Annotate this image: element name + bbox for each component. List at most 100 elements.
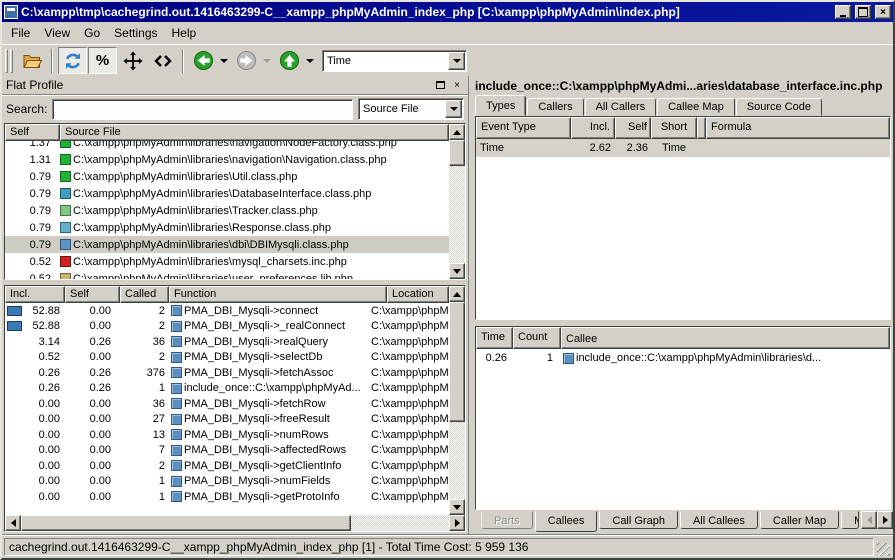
column-header-count[interactable]: Count [513,327,561,349]
chevron-down-icon[interactable] [445,100,462,118]
file-row[interactable]: 0.79C:\xampp\phpMyAdmin\libraries\Util.c… [5,168,449,185]
function-row[interactable]: 0.260.261include_once::C:\xampp\phpMyAd.… [5,381,449,397]
function-icon [171,414,182,425]
menu-go[interactable]: Go [77,24,107,42]
function-row[interactable]: 0.000.0036PMA_DBI_Mysqli->fetchRowC:\xam… [5,396,449,412]
function-row[interactable]: 52.880.002PMA_DBI_Mysqli->_realConnectC:… [5,319,449,335]
close-dock-button[interactable]: × [450,79,464,92]
column-header-event-type[interactable]: Event Type [476,117,571,139]
cost-color-icon [60,273,71,279]
file-row-selected[interactable]: 0.79C:\xampp\phpMyAdmin\libraries\dbi\DB… [5,236,449,253]
scroll-up-icon[interactable] [449,124,465,140]
maximize-button[interactable] [855,5,871,19]
float-dock-button[interactable] [433,79,447,92]
tab-all-callers[interactable]: All Callers [585,98,657,116]
tab-caller-map[interactable]: Caller Map [760,511,839,529]
file-row[interactable]: 0.79C:\xampp\phpMyAdmin\libraries\Databa… [5,185,449,202]
function-row[interactable]: 52.880.002PMA_DBI_Mysqli->connectC:\xamp… [5,303,449,319]
tab-callees[interactable]: Callees [535,511,598,532]
grouping-selector[interactable]: Source File [358,98,464,120]
function-row[interactable]: 0.000.0027PMA_DBI_Mysqli->freeResultC:\x… [5,412,449,428]
function-row[interactable]: 3.140.2636PMA_DBI_Mysqli->realQueryC:\xa… [5,334,449,350]
column-header-function[interactable]: Function [169,286,387,303]
scroll-left-icon[interactable] [5,515,21,531]
column-header-callee[interactable]: Callee [561,327,890,349]
functions-hscrollbar[interactable] [5,515,465,531]
types-header: Event Type Incl. Self Short Formula [476,117,890,139]
column-header-self[interactable]: Self [65,286,120,303]
function-row[interactable]: 0.520.002PMA_DBI_Mysqli->selectDbC:\xamp… [5,350,449,366]
file-row[interactable]: 0.52C:\xampp\phpMyAdmin\libraries\mysql_… [5,253,449,270]
callee-row[interactable]: 0.26 1 include_once::C:\xampp\phpMyAdmin… [476,349,890,367]
file-row[interactable]: 0.79C:\xampp\phpMyAdmin\libraries\Tracke… [5,202,449,219]
expand-areas-button[interactable] [118,47,147,74]
menu-settings[interactable]: Settings [107,24,164,42]
file-row[interactable]: 0.52C:\xampp\phpMyAdmin\libraries\user_p… [5,270,449,279]
search-input[interactable] [52,99,353,120]
column-header-incl[interactable]: Incl. [571,117,615,139]
tab-source-code[interactable]: Source Code [736,98,822,116]
back-dropdown-icon[interactable] [220,59,228,63]
open-file-button[interactable] [17,47,46,74]
search-row: Search: Source File [2,95,468,123]
file-row[interactable]: 1.37C:\xampp\phpMyAdmin\libraries\naviga… [5,141,449,151]
scroll-right-icon[interactable] [449,515,465,531]
relative-percent-button[interactable]: % [88,47,117,74]
titlebar: C:\xampp\tmp\cachegrind.out.1416463299-C… [2,2,893,22]
toolbar-handle[interactable] [5,49,13,73]
functions-table: Incl. Self Called Function Location 52.8… [4,285,466,532]
file-list-header: Self Source File [5,124,449,141]
angle-brackets-icon [153,51,173,71]
shorten-templates-button[interactable] [148,47,177,74]
tab-scroll-right-icon[interactable] [877,511,893,529]
file-row[interactable]: 0.79C:\xampp\phpMyAdmin\libraries\Respon… [5,219,449,236]
tab-types[interactable]: Types [475,95,526,116]
column-header-formula[interactable]: Formula [706,117,890,139]
column-header-location[interactable]: Location [387,286,449,303]
minimize-button[interactable] [835,5,851,19]
event-type-row[interactable]: Time 2.62 2.36 Time [476,139,890,157]
scroll-down-icon[interactable] [449,263,465,279]
tab-callers[interactable]: Callers [527,98,583,116]
scrollbar-thumb[interactable] [449,302,465,422]
file-list-scrollbar[interactable] [449,124,465,279]
function-row[interactable]: 0.000.002PMA_DBI_Mysqli->getClientInfoC:… [5,458,449,474]
callees-header: Time Count Callee [476,327,890,349]
tab-call-graph[interactable]: Call Graph [599,511,678,529]
up-button[interactable] [275,47,304,74]
menu-help[interactable]: Help [165,24,204,42]
menu-view[interactable]: View [37,24,77,42]
column-header-self[interactable]: Self [615,117,651,139]
chevron-down-icon[interactable] [448,52,465,70]
back-button[interactable] [189,47,218,74]
close-button[interactable]: × [875,5,891,19]
tab-machine-code[interactable]: Machine [841,511,859,529]
menu-file[interactable]: File [4,24,37,42]
function-row[interactable]: 0.000.001PMA_DBI_Mysqli->numFieldsC:\xam… [5,474,449,490]
function-row[interactable]: 0.000.001PMA_DBI_Mysqli->getProtoInfoC:\… [5,489,449,505]
forward-button[interactable] [232,47,261,74]
column-header-time[interactable]: Time [476,327,513,349]
scroll-down-icon[interactable] [449,499,465,515]
functions-scrollbar[interactable] [449,286,465,515]
cycle-detection-button[interactable] [58,47,87,74]
column-header-self[interactable]: Self [5,124,60,141]
file-row[interactable]: 1.31C:\xampp\phpMyAdmin\libraries\naviga… [5,151,449,168]
scrollbar-thumb[interactable] [449,140,465,166]
function-icon [171,398,182,409]
tab-callee-map[interactable]: Callee Map [657,98,735,116]
tab-all-callees[interactable]: All Callees [680,511,758,529]
scrollbar-thumb[interactable] [21,515,351,531]
column-header-incl[interactable]: Incl. [5,286,65,303]
column-header-source-file[interactable]: Source File [60,124,449,141]
function-row[interactable]: 0.000.0013PMA_DBI_Mysqli->numRowsC:\xamp… [5,427,449,443]
callees-table: Time Count Callee 0.26 1 include_once::C… [475,326,891,510]
scroll-up-icon[interactable] [449,286,465,302]
column-header-short[interactable]: Short [651,117,697,139]
event-type-selector[interactable]: Time [322,50,467,72]
up-dropdown-icon[interactable] [306,59,314,63]
function-row[interactable]: 0.000.007PMA_DBI_Mysqli->affectedRowsC:\… [5,443,449,459]
column-header-called[interactable]: Called [120,286,169,303]
function-row[interactable]: 0.260.26376PMA_DBI_Mysqli->fetchAssocC:\… [5,365,449,381]
resize-grip-icon[interactable] [877,543,890,556]
